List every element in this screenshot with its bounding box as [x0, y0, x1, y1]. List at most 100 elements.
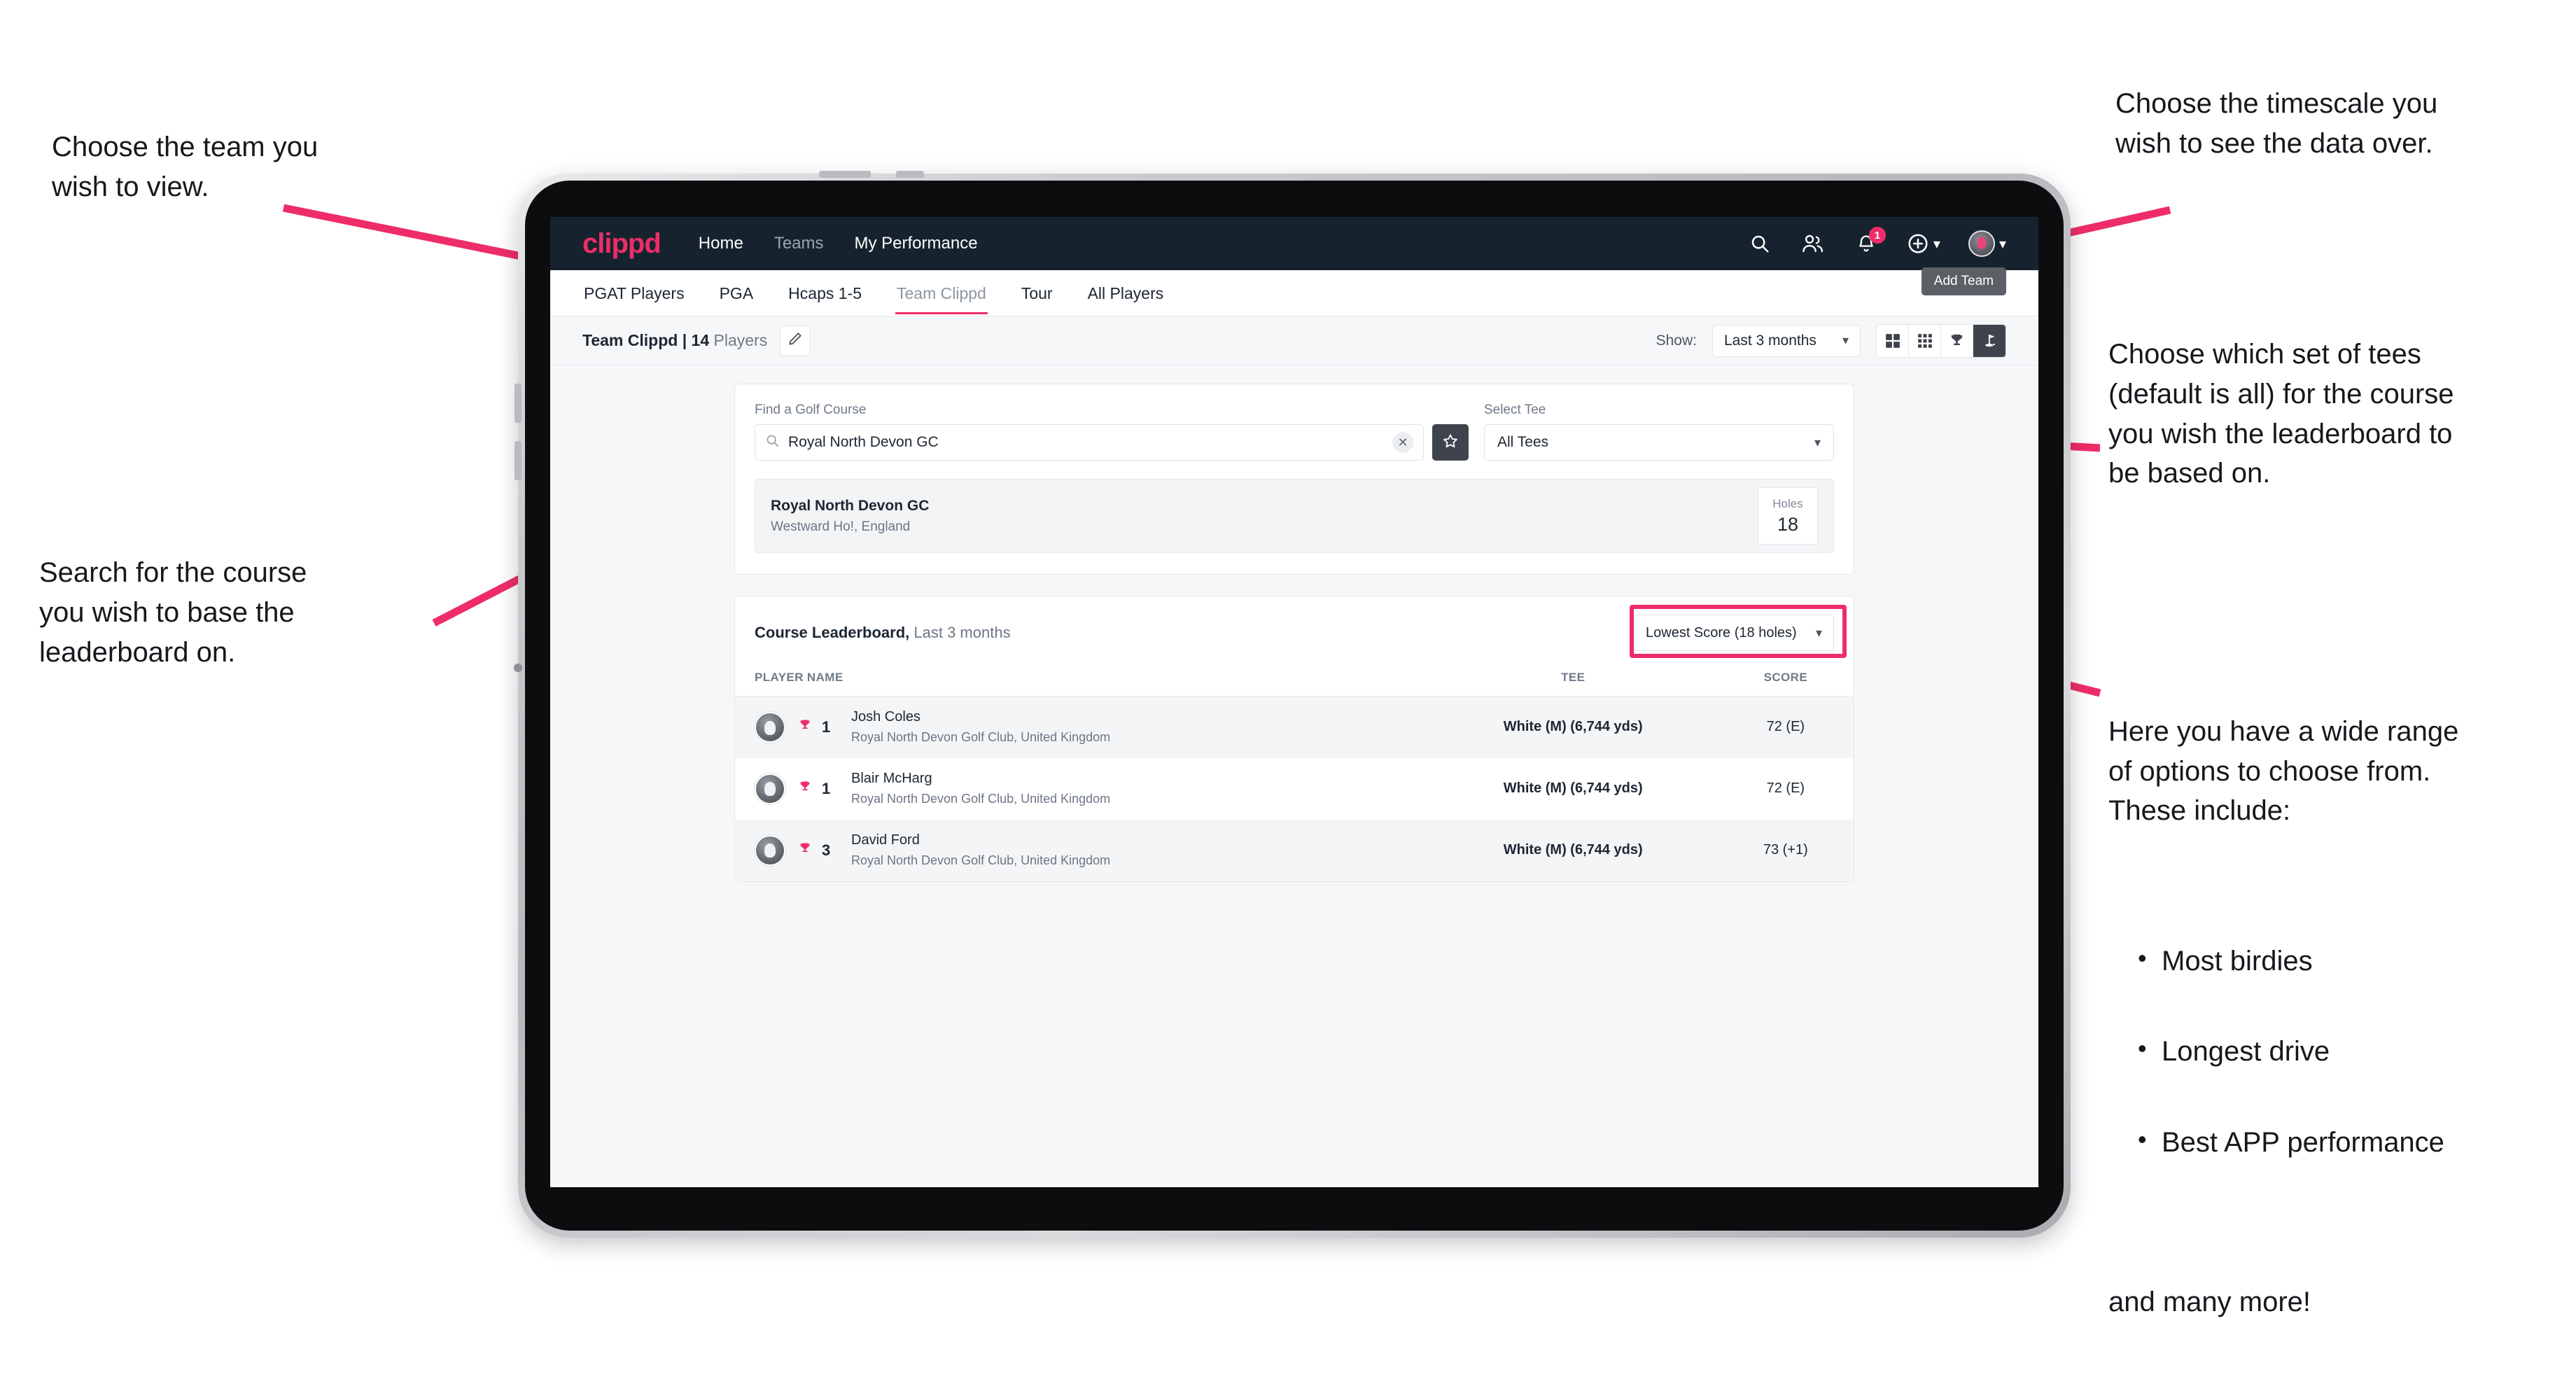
avatar [755, 834, 785, 866]
annotation-choose-timescale: Choose the timescale you wish to see the… [2115, 88, 2438, 159]
leaderboard-metric-value: Lowest Score (18 holes) [1646, 624, 1797, 640]
bell-icon[interactable]: 1 [1854, 227, 1886, 256]
player-cell: 1 Blair McHarg Royal North Devon Golf Cl… [735, 758, 1429, 820]
annotation-choose-team: Choose the team you wish to view. [52, 132, 318, 202]
edit-team-button[interactable] [780, 325, 811, 356]
view-toggle-group [1876, 323, 2006, 358]
add-team-tooltip: Add Team [1921, 267, 2006, 295]
nav-link-home[interactable]: Home [699, 234, 743, 253]
nav-link-my-performance[interactable]: My Performance [855, 234, 978, 253]
clear-search-button[interactable]: ✕ [1392, 432, 1413, 453]
tab-pgat-players[interactable]: PGAT Players [582, 272, 686, 314]
table-row[interactable]: 1 Josh Coles Royal North Devon Golf Club… [735, 696, 1854, 758]
player-name: David Ford [851, 832, 920, 848]
timescale-select[interactable]: Last 3 months ▾ [1712, 324, 1861, 357]
avatar [1968, 230, 1995, 257]
pencil-icon [788, 331, 803, 350]
device-button-left-2 [514, 441, 522, 480]
course-search-column: Find a Golf Course Royal North Devon GC … [755, 402, 1484, 461]
trophy-icon[interactable] [1941, 324, 1973, 357]
people-icon[interactable] [1800, 231, 1826, 256]
leaderboard-thead: PLAYER NAME TEE SCORE [735, 666, 1854, 696]
chevron-down-icon: ▾ [1933, 236, 1940, 252]
column-tee: TEE [1428, 666, 1718, 696]
leaderboard-title: Course Leaderboard, Last 3 months [755, 624, 1011, 642]
team-players-word: Players [709, 331, 768, 349]
course-holes-label: Holes [1772, 496, 1803, 510]
golf-flag-icon[interactable] [1973, 324, 2005, 357]
avatar [755, 773, 785, 804]
team-toolbar: Team Clippd | 14 Players Show: Last 3 mo… [550, 316, 2038, 365]
course-result-item[interactable]: Royal North Devon GC Westward Ho!, Engla… [755, 479, 1834, 553]
list-item: Most birdies [2134, 940, 2576, 981]
course-search-card: Find a Golf Course Royal North Devon GC … [734, 384, 1854, 575]
team-separator: | [678, 331, 692, 349]
device-button-top-2 [896, 171, 924, 178]
tee-select[interactable]: All Tees ▾ [1484, 424, 1834, 461]
player-rank: 1 [822, 718, 831, 736]
star-icon [1442, 433, 1459, 453]
player-cell: 3 David Ford Royal North Devon Golf Club… [735, 819, 1429, 881]
tab-pga[interactable]: PGA [718, 272, 755, 314]
screenshot-root: Choose the team you wish to view. Search… [0, 0, 2576, 1386]
notification-badge: 1 [1868, 227, 1886, 244]
page-body: Find a Golf Course Royal North Devon GC … [550, 365, 2038, 882]
chevron-down-icon: ▾ [1998, 236, 2006, 252]
course-result-name: Royal North Devon GC [771, 497, 930, 514]
primary-nav: Home Teams My Performance [699, 234, 978, 253]
clippd-logo[interactable]: clippd [582, 228, 662, 260]
tab-team-clippd[interactable]: Team Clippd [895, 272, 988, 314]
course-result-location: Westward Ho!, England [771, 519, 911, 534]
trophy-icon [798, 718, 812, 736]
app-screen: clippd Home Teams My Performance 1 ▾ ▾ P… [550, 217, 2038, 1187]
course-result-text: Royal North Devon GC Westward Ho!, Engla… [771, 498, 929, 535]
player-club: Royal North Devon Golf Club, United King… [851, 730, 1111, 745]
column-score: SCORE [1717, 666, 1854, 696]
search-input-value: Royal North Devon GC [788, 434, 939, 450]
player-name-block: Josh Coles Royal North Devon Golf Club, … [851, 709, 1110, 745]
avatar-icon[interactable]: ▾ [1968, 230, 2006, 257]
player-tee: White (M) (6,744 yds) [1503, 780, 1643, 796]
annotation-choose-tees: Choose which set of tees (default is all… [2108, 339, 2454, 489]
leaderboard-metric-select[interactable]: Lowest Score (18 holes) ▾ [1634, 615, 1834, 651]
search-icon[interactable] [1747, 231, 1772, 256]
chevron-down-icon: ▾ [1815, 625, 1822, 640]
tee-select-column: Select Tee All Tees ▾ [1484, 402, 1834, 461]
tab-all-players[interactable]: All Players [1086, 272, 1166, 314]
search-input[interactable]: Royal North Devon GC ✕ [755, 424, 1424, 461]
favorite-course-button[interactable] [1432, 424, 1469, 461]
show-label: Show: [1656, 332, 1697, 349]
course-search-wrap: Royal North Devon GC ✕ [755, 424, 1469, 461]
device-button-top-1 [819, 171, 871, 178]
leaderboard-title-main: Course Leaderboard, [755, 624, 910, 641]
avatar [755, 711, 785, 743]
grid-2x2-icon[interactable] [1877, 324, 1909, 357]
tab-tour[interactable]: Tour [1020, 272, 1054, 314]
tee-select-value: All Tees [1497, 434, 1549, 450]
course-leaderboard-card: Course Leaderboard, Last 3 months Lowest… [734, 596, 1854, 882]
column-player-name: PLAYER NAME [735, 666, 1429, 696]
annotation-options-list: Here you have a wide range of options to… [2108, 672, 2576, 1362]
table-header-row: PLAYER NAME TEE SCORE [735, 666, 1854, 696]
course-search-label: Find a Golf Course [755, 402, 867, 417]
tablet-bezel: clippd Home Teams My Performance 1 ▾ ▾ P… [525, 181, 2064, 1231]
device-button-left-1 [514, 384, 522, 423]
table-row[interactable]: 1 Blair McHarg Royal North Devon Golf Cl… [735, 758, 1854, 820]
player-name-block: Blair McHarg Royal North Devon Golf Club… [851, 771, 1110, 806]
plus-circle-icon[interactable]: ▾ [1907, 231, 1940, 256]
timescale-value: Last 3 months [1724, 332, 1816, 349]
table-row[interactable]: 3 David Ford Royal North Devon Golf Club… [735, 819, 1854, 881]
grid-3x3-icon[interactable] [1909, 324, 1941, 357]
leaderboard-tbody: 1 Josh Coles Royal North Devon Golf Club… [735, 696, 1854, 881]
tab-hcaps-1-5[interactable]: Hcaps 1-5 [787, 272, 863, 314]
annotation-search-course: Search for the course you wish to base t… [39, 557, 307, 668]
tablet-device-frame: clippd Home Teams My Performance 1 ▾ ▾ P… [514, 171, 2071, 1238]
nav-link-teams[interactable]: Teams [774, 234, 824, 253]
search-icon [765, 433, 780, 451]
player-name: Blair McHarg [851, 771, 932, 786]
player-info: 1 Josh Coles Royal North Devon Golf Club… [755, 709, 1409, 745]
player-tee: White (M) (6,744 yds) [1428, 819, 1718, 881]
annotation-options-intro: Here you have a wide range of options to… [2108, 715, 2459, 827]
nav-right-icons: 1 ▾ ▾ [1747, 227, 2006, 257]
team-name: Team Clippd [582, 331, 678, 349]
